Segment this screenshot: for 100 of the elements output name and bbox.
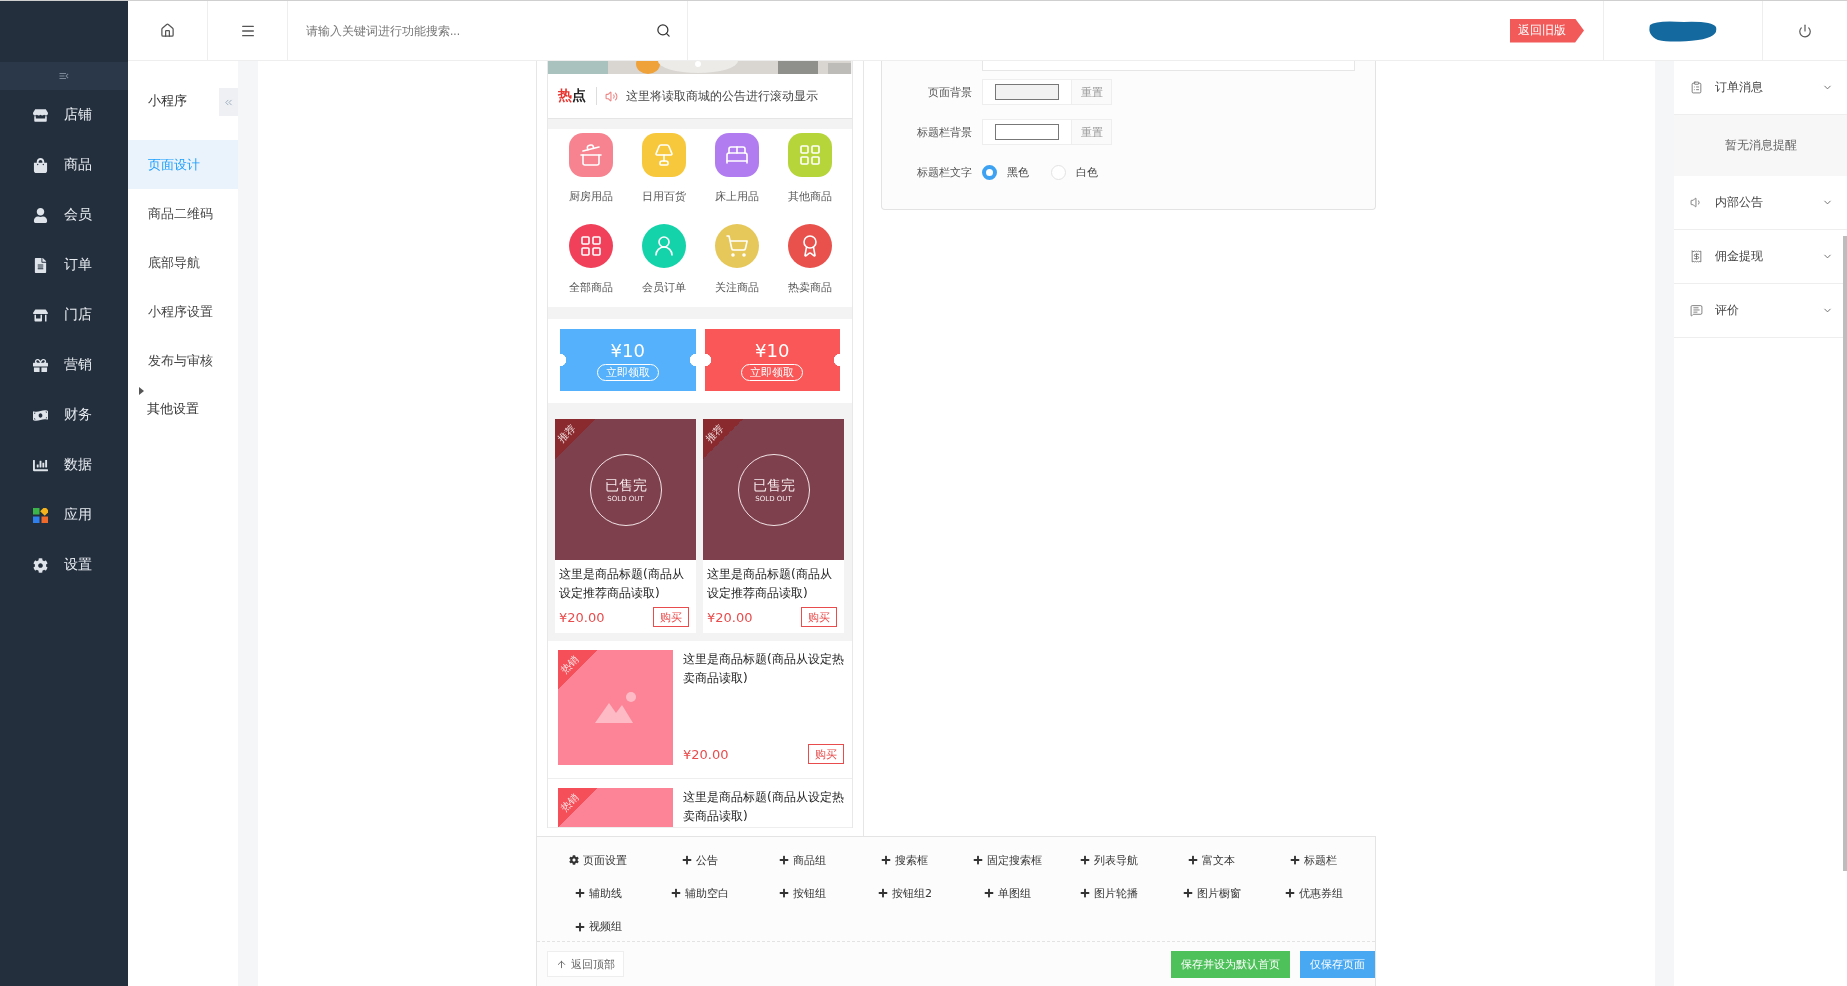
input-field[interactable] — [982, 61, 1355, 71]
plus-icon — [1188, 855, 1199, 865]
field-label: 页面背景 — [927, 84, 972, 100]
product-title: 这里是商品标题(商品从设定热卖商品读取) — [683, 789, 844, 825]
panel-section-header[interactable]: 内部公告 — [1674, 176, 1847, 230]
submenu-item[interactable]: 底部导航 — [128, 238, 238, 287]
plus-icon — [574, 888, 585, 899]
add-component-button[interactable]: 商品组 — [751, 849, 854, 871]
plus-icon — [1182, 888, 1193, 899]
add-component-button[interactable]: 辅助空白 — [649, 882, 752, 905]
caret-icon[interactable] — [139, 387, 144, 395]
product-price: ¥20.00 — [559, 609, 605, 625]
product-title: 这里是商品标题(商品从设定推荐商品读取) — [558, 566, 685, 602]
add-component-button[interactable]: 图片橱窗 — [1160, 882, 1263, 905]
sidebar-item[interactable]: 商品 — [0, 140, 128, 190]
nav-label[interactable]: 会员订单 — [641, 280, 686, 295]
add-component-button[interactable]: 页面设置 — [547, 849, 650, 871]
sidebar-item[interactable]: 营销 — [0, 340, 128, 390]
home-icon[interactable] — [160, 23, 175, 38]
add-component-button[interactable]: 视频组 — [547, 915, 650, 938]
product-row[interactable]: 热销 这里是商品标题(商品从设定热卖商品读取) — [548, 779, 852, 828]
nav-label[interactable]: 日用百货 — [641, 189, 686, 204]
award-icon[interactable] — [787, 224, 832, 268]
plus-icon — [1080, 888, 1091, 899]
add-component-button[interactable]: 搜索框 — [853, 849, 956, 871]
scrollbar-thumb[interactable] — [1843, 236, 1847, 871]
search-icon[interactable] — [656, 23, 671, 38]
receipt-icon — [1690, 250, 1703, 263]
submenu-item[interactable]: 商品二维码 — [128, 189, 238, 238]
sidebar-item[interactable]: 数据 — [0, 440, 128, 490]
nav-label[interactable]: 关注商品 — [714, 280, 759, 295]
sidebar-item[interactable]: 设置 — [0, 540, 128, 590]
section-title: 小程序 — [147, 91, 188, 110]
section-label: 评价 — [1715, 302, 1740, 319]
add-component-button[interactable]: 按钮组 — [751, 882, 854, 905]
nav-label[interactable]: 其他商品 — [787, 189, 832, 204]
message-icon — [1690, 304, 1703, 317]
add-component-button[interactable]: 单图组 — [956, 882, 1059, 905]
add-component-button[interactable]: 列表导航 — [1058, 849, 1161, 871]
add-component-button[interactable]: 图片轮播 — [1058, 882, 1161, 905]
bar-chart-icon — [33, 457, 48, 473]
field-label: 标题栏背景 — [916, 124, 972, 140]
empty-message: 暂无消息提醒 — [1674, 115, 1847, 176]
submenu-item[interactable]: 其他设置 — [139, 395, 238, 418]
nav-label[interactable]: 床上用品 — [714, 189, 759, 204]
submenu-item[interactable]: 小程序设置 — [128, 287, 238, 336]
plus-icon — [682, 855, 693, 865]
radio-button[interactable] — [982, 164, 997, 180]
plus-icon — [881, 855, 892, 865]
add-component-button[interactable]: 富文本 — [1160, 849, 1263, 871]
pot-icon[interactable] — [568, 133, 613, 177]
buy-button[interactable]: 购买 — [653, 607, 689, 627]
buy-button[interactable]: 购买 — [801, 607, 837, 627]
coupon-amount: ¥10 — [755, 339, 790, 361]
nav-label[interactable]: 厨房用品 — [568, 189, 613, 204]
product-title: 这里是商品标题(商品从设定推荐商品读取) — [706, 566, 833, 602]
lamp-icon[interactable] — [641, 133, 686, 177]
grid-icon[interactable] — [787, 133, 832, 177]
ribbon-label: 热销 — [558, 791, 582, 815]
color-picker[interactable] — [982, 79, 1072, 105]
section-label: 内部公告 — [1715, 194, 1764, 211]
search-field[interactable]: 请输入关键词进行功能搜索... — [304, 22, 624, 39]
bag-icon — [33, 157, 48, 173]
bed-icon[interactable] — [714, 133, 759, 177]
user-icon[interactable] — [641, 224, 686, 268]
plus-icon — [779, 888, 790, 899]
cart-icon[interactable] — [714, 224, 759, 268]
product-row[interactable]: 热销 这里是商品标题(商品从设定热卖商品读取) ¥20.00 购买 — [548, 641, 852, 779]
radio-label[interactable]: 黑色 — [1007, 164, 1029, 180]
power-icon[interactable] — [1798, 23, 1812, 38]
nav-label[interactable]: 全部商品 — [568, 280, 613, 295]
add-component-button[interactable]: 公告 — [649, 849, 752, 871]
add-component-button[interactable]: 按钮组2 — [853, 882, 956, 905]
speaker-icon — [605, 89, 618, 103]
add-component-button[interactable]: 标题栏 — [1262, 849, 1365, 871]
nav-label[interactable]: 热卖商品 — [787, 280, 832, 295]
gift-icon — [33, 357, 48, 373]
sidebar-item[interactable]: 店铺 — [0, 90, 128, 140]
product-price: ¥20.00 — [683, 746, 729, 762]
section-label: 订单消息 — [1715, 79, 1764, 96]
submenu-item[interactable]: 发布与审核 — [128, 336, 238, 385]
settings-icon — [33, 557, 48, 573]
plus-icon — [671, 888, 682, 899]
back-to-top-button[interactable]: 返回顶部 — [547, 951, 624, 977]
product-title: 这里是商品标题(商品从设定热卖商品读取) — [683, 651, 844, 687]
ribbon-label: 热销 — [558, 653, 582, 677]
sidebar-item[interactable]: 应用 — [0, 490, 128, 540]
add-component-button[interactable]: 固定搜索框 — [956, 849, 1059, 871]
ribbon-label: 推荐 — [555, 422, 579, 446]
sidebar-item[interactable]: 门店 — [0, 290, 128, 340]
buy-button[interactable]: 购买 — [808, 744, 844, 764]
add-component-button[interactable]: 辅助线 — [547, 882, 650, 905]
radio-label[interactable]: 白色 — [1076, 164, 1098, 180]
grid-icon[interactable] — [568, 224, 613, 268]
add-component-button[interactable]: 优惠券组 — [1262, 882, 1365, 905]
sidebar-item[interactable]: 订单 — [0, 240, 128, 290]
sidebar-item[interactable]: 会员 — [0, 190, 128, 240]
apps-icon — [33, 507, 48, 523]
sidebar-item[interactable]: 财务 — [0, 390, 128, 440]
color-picker[interactable] — [982, 119, 1072, 145]
